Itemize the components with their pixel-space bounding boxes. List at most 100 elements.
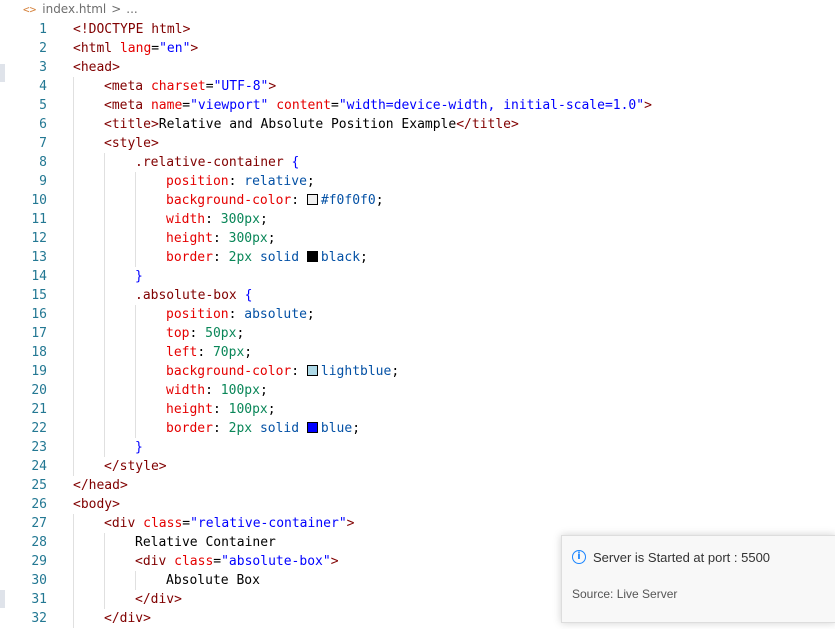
code-line[interactable]: 20 width: 100px; xyxy=(0,381,835,400)
code-line[interactable]: 10 background-color: #f0f0f0; xyxy=(0,191,835,210)
code-line[interactable]: 22 border: 2px solid blue; xyxy=(0,419,835,438)
code-token: <div xyxy=(135,554,167,569)
indent-guide xyxy=(104,590,105,609)
code-line[interactable]: 18 left: 70px; xyxy=(0,343,835,362)
code-line[interactable]: 7 <style> xyxy=(0,134,835,153)
color-swatch[interactable] xyxy=(306,194,318,205)
breadcrumb-ellipsis[interactable]: ... xyxy=(126,2,137,16)
code-line[interactable]: 6 <title>Relative and Absolute Position E… xyxy=(0,115,835,134)
code-token: = xyxy=(182,516,191,531)
code-token: width xyxy=(166,383,206,398)
code-token: ; xyxy=(360,250,368,265)
code-text: top: 50px; xyxy=(166,324,244,343)
code-line[interactable]: 9 position: relative; xyxy=(0,172,835,191)
color-swatch[interactable] xyxy=(306,251,318,262)
indent-guide xyxy=(135,191,136,210)
indent-guide xyxy=(73,286,74,305)
line-number: 11 xyxy=(31,212,47,227)
code-token: <!DOCTYPE html> xyxy=(73,22,191,37)
code-line[interactable]: 4 <meta charset="UTF-8"> xyxy=(0,77,835,96)
code-token: 2px xyxy=(228,421,253,436)
code-line[interactable]: 2 <html lang="en"> xyxy=(0,39,835,58)
code-text: height: 100px; xyxy=(166,400,276,419)
code-text: .absolute-box { xyxy=(135,286,252,305)
line-number: 9 xyxy=(39,174,47,189)
code-token: </style> xyxy=(104,459,167,474)
line-number: 28 xyxy=(31,535,47,550)
code-text: Absolute Box xyxy=(166,571,260,590)
code-token: ; xyxy=(306,307,315,322)
line-number: 3 xyxy=(39,60,47,75)
code-token: Relative and Absolute Position Example xyxy=(158,117,457,132)
code-token: { xyxy=(291,155,300,170)
code-token: absolute xyxy=(244,307,307,322)
breadcrumb-file[interactable]: index.html xyxy=(42,2,106,16)
code-line[interactable]: 17 top: 50px; xyxy=(0,324,835,343)
indent-guide xyxy=(73,362,74,381)
line-number: 31 xyxy=(31,592,47,607)
code-text: </head> xyxy=(73,476,128,495)
code-line[interactable]: 12 height: 300px; xyxy=(0,229,835,248)
indent-guide xyxy=(73,609,74,628)
line-number: 5 xyxy=(39,98,47,113)
line-number: 1 xyxy=(39,22,47,37)
notification-message: Server is Started at port : 5500 xyxy=(593,550,771,565)
code-token: class xyxy=(166,554,214,569)
code-token: ; xyxy=(306,174,315,189)
line-number: 21 xyxy=(31,402,47,417)
indent-guide xyxy=(104,552,105,571)
code-token: Absolute Box xyxy=(166,573,260,588)
color-swatch[interactable] xyxy=(306,422,318,433)
line-number: 26 xyxy=(31,497,47,512)
code-text: } xyxy=(135,267,143,286)
line-number: 8 xyxy=(39,155,47,170)
line-number: 12 xyxy=(31,231,47,246)
code-line[interactable]: 25 </head> xyxy=(0,476,835,495)
code-text: border: 2px solid black; xyxy=(166,248,368,267)
code-token: <style> xyxy=(104,136,159,151)
code-token: = xyxy=(213,554,222,569)
code-text: } xyxy=(135,438,143,457)
code-text: <div class="relative-container"> xyxy=(104,514,354,533)
code-token: = xyxy=(151,41,160,56)
code-line[interactable]: 3 <head> xyxy=(0,58,835,77)
code-token: <meta xyxy=(104,98,144,113)
code-line[interactable]: 19 background-color: lightblue; xyxy=(0,362,835,381)
code-line[interactable]: 14} xyxy=(0,267,835,286)
line-number: 20 xyxy=(31,383,47,398)
code-token: height xyxy=(166,402,213,417)
code-line[interactable]: 5 <meta name="viewport" content="width=de… xyxy=(0,96,835,115)
code-token: ; xyxy=(391,364,400,379)
indent-guide xyxy=(73,514,74,533)
code-token: </title> xyxy=(456,117,519,132)
code-line[interactable]: 27 <div class="relative-container"> xyxy=(0,514,835,533)
code-token: : xyxy=(205,212,221,227)
code-token: position xyxy=(166,174,229,189)
code-text: left: 70px; xyxy=(166,343,252,362)
code-line[interactable]: 21 height: 100px; xyxy=(0,400,835,419)
code-line[interactable]: 24 </style> xyxy=(0,457,835,476)
notification-toast[interactable]: i Server is Started at port : 5500 Sourc… xyxy=(561,535,835,623)
code-text: <!DOCTYPE html> xyxy=(73,20,190,39)
code-line[interactable]: 26 <body> xyxy=(0,495,835,514)
code-line[interactable]: 16 position: absolute; xyxy=(0,305,835,324)
code-token: height xyxy=(166,231,213,246)
code-line[interactable]: 11 width: 300px; xyxy=(0,210,835,229)
indent-guide xyxy=(135,210,136,229)
code-line[interactable]: 1 <!DOCTYPE html> xyxy=(0,20,835,39)
color-swatch[interactable] xyxy=(306,365,318,376)
code-token: "viewport" xyxy=(190,98,269,113)
code-token: > xyxy=(346,516,355,531)
code-token: solid xyxy=(259,421,300,436)
code-token: { xyxy=(244,288,253,303)
code-line[interactable]: 13 border: 2px solid black; xyxy=(0,248,835,267)
indent-guide xyxy=(135,343,136,362)
indent-guide xyxy=(73,248,74,267)
code-token: : xyxy=(212,250,229,265)
indent-guide xyxy=(73,457,74,476)
code-line[interactable]: 15 .absolute-box { xyxy=(0,286,835,305)
code-line[interactable]: 8 .relative-container { xyxy=(0,153,835,172)
code-token: 300px xyxy=(220,212,260,227)
code-line[interactable]: 23} xyxy=(0,438,835,457)
